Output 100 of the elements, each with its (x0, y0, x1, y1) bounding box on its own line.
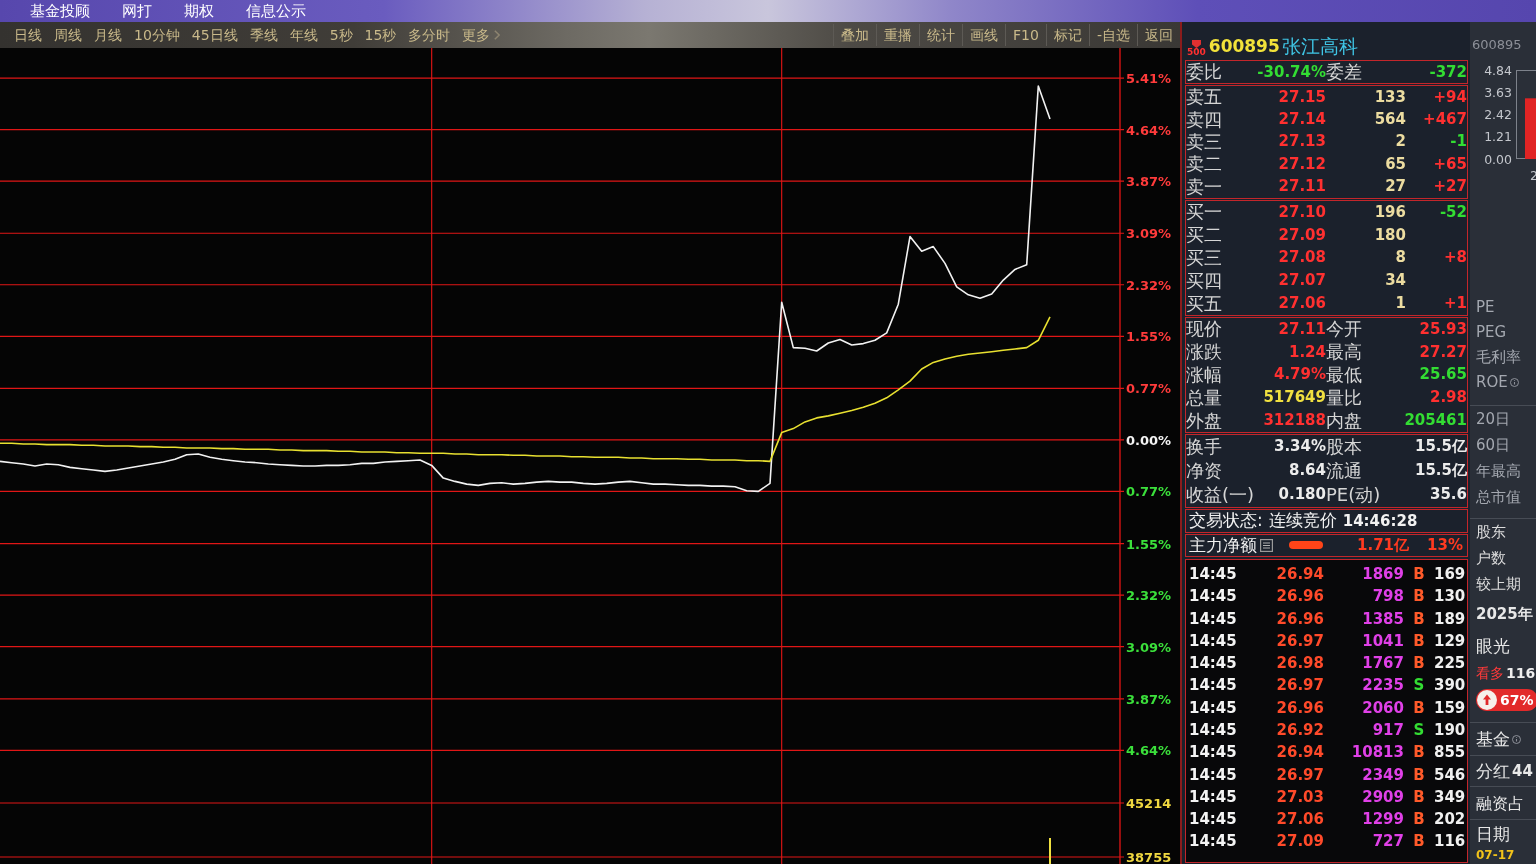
ask-price: 27.12 (1277, 156, 1326, 172)
bid-change: -52 (1438, 204, 1467, 220)
chevron-right-icon (494, 30, 501, 40)
metric-label: 户数 (1476, 547, 1506, 569)
toolbar-button[interactable]: 重播 (876, 24, 920, 46)
bid-price: 27.10 (1277, 204, 1326, 220)
trade-volume: 2349 (1361, 764, 1404, 786)
axis-label: 3.87% (1126, 174, 1172, 190)
field-label: 最高 (1326, 340, 1363, 364)
trade-side: B (1412, 586, 1426, 608)
trade-count: 202 (1434, 809, 1467, 831)
trade-price: 26.94 (1275, 563, 1324, 585)
field-value: 1.24 (1288, 344, 1326, 360)
trade-side: B (1412, 809, 1426, 831)
field-value: 312188 (1262, 413, 1326, 428)
trade-volume: 2060 (1361, 697, 1404, 719)
axis-label: 0.00% (1126, 432, 1172, 448)
axis-label: 1.55% (1126, 329, 1172, 345)
field-label: 量比 (1326, 386, 1363, 410)
ask-label: 卖四 (1186, 110, 1223, 129)
trade-price: 26.98 (1275, 653, 1324, 675)
period-tab[interactable]: 季线 (249, 24, 278, 46)
section-label: 基金 (1476, 727, 1510, 751)
period-tab[interactable]: 15秒 (364, 24, 397, 46)
period-tab[interactable]: 日线 (14, 24, 42, 46)
field-value: -372 (1428, 64, 1467, 80)
ask-price: 27.11 (1277, 179, 1326, 195)
ask-price: 27.15 (1277, 89, 1326, 105)
trade-time: 14:45 (1188, 630, 1238, 652)
status-time: 14:46:28 (1342, 510, 1418, 532)
period-tab[interactable]: 10分钟 (134, 24, 180, 46)
field-label: 流通 (1326, 458, 1363, 483)
bid-price: 27.09 (1277, 227, 1326, 243)
ask-volume: 27 (1384, 179, 1406, 195)
info-icon[interactable] (1512, 734, 1521, 744)
menu-item[interactable]: 信息公示 (246, 0, 306, 22)
axis-label: 2.32% (1126, 588, 1172, 604)
trade-count: 159 (1434, 697, 1467, 719)
net-inflow-share: 13% (1427, 535, 1464, 557)
field-label: 净资 (1186, 458, 1223, 483)
trade-side: B (1412, 630, 1426, 652)
toolbar-button[interactable]: 统计 (919, 24, 963, 46)
field-label: 股本 (1326, 434, 1363, 459)
period-tab[interactable]: 年线 (289, 24, 318, 46)
trade-side: S (1412, 675, 1426, 697)
menu-item[interactable]: 期权 (184, 0, 214, 22)
list-icon[interactable] (1260, 538, 1273, 552)
ask-change: +27 (1432, 179, 1467, 195)
toolbar-button[interactable]: 叠加 (833, 24, 877, 46)
axis-label: 3.09% (1126, 639, 1172, 655)
toolbar-button[interactable]: F10 (1005, 24, 1046, 46)
menu-item[interactable]: 基金投顾 (30, 0, 90, 22)
bullish-label: 看多 (1476, 663, 1504, 683)
trade-count: 189 (1434, 608, 1467, 630)
axis-label: 4.84 (1484, 62, 1512, 78)
trade-count: 225 (1434, 653, 1467, 675)
trade-price: 26.94 (1275, 742, 1324, 764)
trade-volume: 917 (1371, 720, 1404, 741)
toolbar-button[interactable]: -自选 (1088, 24, 1137, 46)
period-tab[interactable]: 45日线 (191, 24, 238, 46)
stock-code: 600895 (1208, 35, 1280, 57)
period-tab[interactable]: 5秒 (329, 24, 353, 46)
trade-side: B (1412, 653, 1426, 675)
metric-value: 44 (1512, 760, 1533, 782)
trade-volume: 2235 (1361, 675, 1404, 697)
trade-volume: 1869 (1361, 563, 1404, 585)
menu-item[interactable]: 网打 (122, 0, 152, 22)
period-tab[interactable]: 月线 (94, 24, 122, 46)
field-value: 517649 (1262, 390, 1326, 406)
metric-label: 日期 (1476, 822, 1510, 846)
toolbar-button[interactable]: 画线 (962, 24, 1006, 46)
status-value: 连续竞价 (1268, 512, 1337, 530)
trade-volume: 1299 (1361, 809, 1404, 831)
bid-label: 买二 (1186, 226, 1223, 245)
field-value: 27.27 (1418, 344, 1467, 360)
bid-volume: 180 (1373, 227, 1406, 243)
ask-label: 卖三 (1186, 132, 1223, 151)
status-label: 交易状态: (1189, 512, 1263, 530)
period-tab[interactable]: 周线 (54, 24, 82, 46)
more-button[interactable]: 更多 (462, 24, 501, 46)
field-label: 委差 (1326, 63, 1363, 81)
field-value: 35.6 (1429, 487, 1467, 503)
metric-label: PEG (1476, 322, 1507, 343)
trade-time: 14:45 (1188, 764, 1238, 786)
trade-count: 116 (1434, 831, 1467, 853)
trade-price: 27.09 (1275, 831, 1324, 853)
trade-count: 129 (1434, 630, 1467, 652)
toolbar-button[interactable]: 标记 (1045, 24, 1089, 46)
info-icon[interactable] (1509, 378, 1519, 387)
metric-label: 股东 (1476, 521, 1506, 543)
period-tab[interactable]: 多分时 (408, 24, 451, 46)
net-inflow-amount: 1.71亿 (1357, 535, 1409, 557)
field-value: 25.65 (1418, 367, 1467, 383)
ask-label: 卖一 (1186, 177, 1223, 196)
ask-change: -1 (1449, 134, 1467, 150)
stock-name: 张江高科 (1281, 35, 1358, 57)
ask-price: 27.14 (1277, 112, 1326, 128)
ask-label: 卖二 (1186, 155, 1223, 174)
trade-price: 26.96 (1275, 608, 1324, 630)
bid-price: 27.08 (1277, 250, 1326, 266)
